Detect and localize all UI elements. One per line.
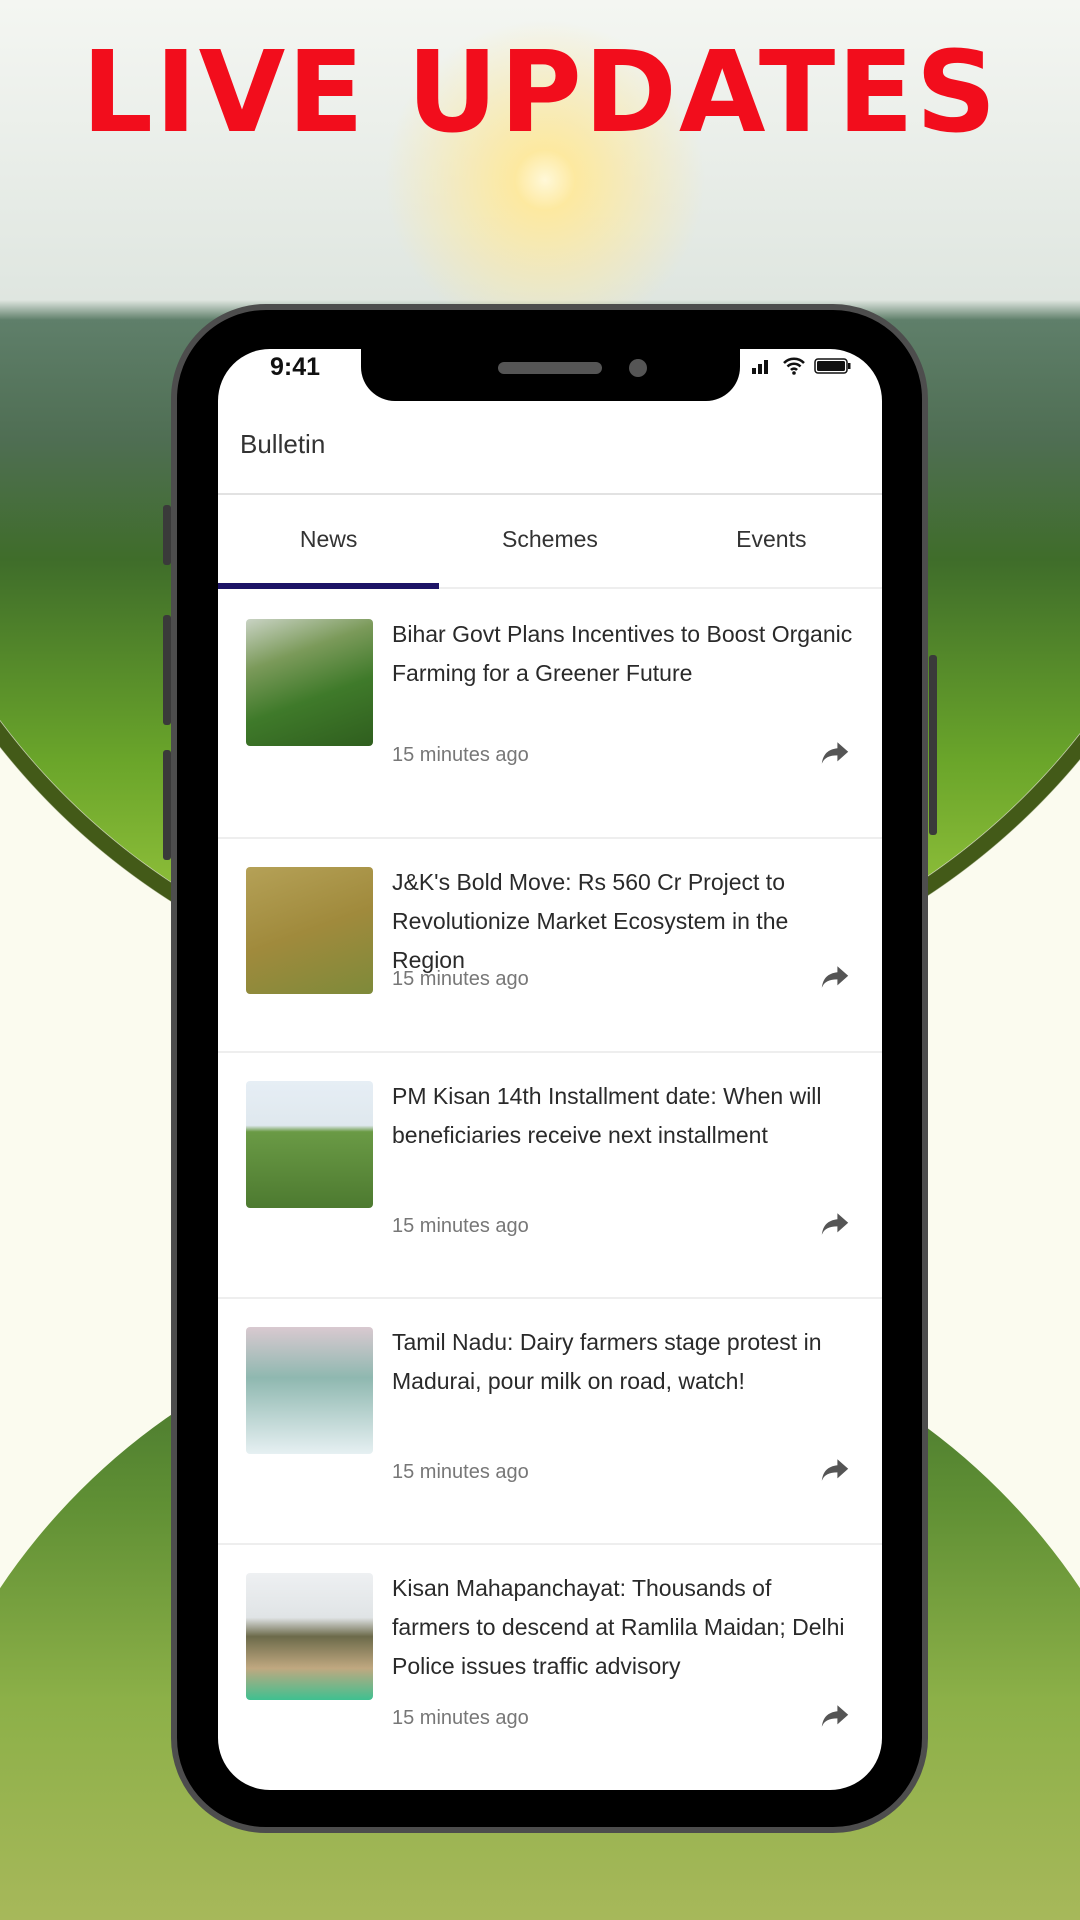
news-time: 15 minutes ago xyxy=(392,1461,529,1483)
share-icon[interactable] xyxy=(820,965,850,989)
news-title: Tamil Nadu: Dairy farmers stage protest … xyxy=(392,1329,822,1394)
tab-schemes[interactable]: Schemes xyxy=(439,495,660,587)
news-thumbnail xyxy=(246,1327,373,1454)
wifi-icon xyxy=(783,357,805,375)
news-thumbnail xyxy=(246,1573,373,1700)
tab-bar: News Schemes Events xyxy=(218,495,882,589)
phone-volume-up xyxy=(163,615,171,725)
status-time: 9:41 xyxy=(270,353,321,381)
tab-events[interactable]: Events xyxy=(661,495,882,587)
news-time: 15 minutes ago xyxy=(392,1707,529,1729)
news-title: PM Kisan 14th Installment date: When wil… xyxy=(392,1083,822,1148)
share-icon[interactable] xyxy=(820,1458,850,1482)
news-thumbnail xyxy=(246,1081,373,1208)
signal-icon xyxy=(752,360,768,374)
phone-screen: 9:41 Bulletin News Schemes Events Bihar … xyxy=(218,349,882,1790)
news-title: Bihar Govt Plans Incentives to Boost Org… xyxy=(392,621,853,686)
phone-side-button xyxy=(163,505,171,565)
news-title: Kisan Mahapanchayat: Thousands of farmer… xyxy=(392,1575,845,1679)
news-time: 15 minutes ago xyxy=(392,1215,529,1237)
share-icon[interactable] xyxy=(820,1212,850,1236)
battery-icon xyxy=(814,358,851,374)
phone-power-button xyxy=(929,655,937,835)
news-time: 15 minutes ago xyxy=(392,968,529,990)
news-title: J&K's Bold Move: Rs 560 Cr Project to Re… xyxy=(392,869,789,973)
news-time: 15 minutes ago xyxy=(392,744,529,766)
news-item[interactable]: Tamil Nadu: Dairy farmers stage protest … xyxy=(218,1299,882,1545)
speaker xyxy=(498,362,602,374)
tab-news[interactable]: News xyxy=(218,495,440,589)
notch xyxy=(361,349,740,401)
news-item[interactable]: PM Kisan 14th Installment date: When wil… xyxy=(218,1053,882,1299)
news-item[interactable]: Bihar Govt Plans Incentives to Boost Org… xyxy=(218,591,882,839)
news-thumbnail xyxy=(246,867,373,994)
news-thumbnail xyxy=(246,619,373,746)
share-icon[interactable] xyxy=(820,741,850,765)
news-item[interactable]: Kisan Mahapanchayat: Thousands of farmer… xyxy=(218,1545,882,1781)
status-icons xyxy=(750,357,852,375)
news-item[interactable]: J&K's Bold Move: Rs 560 Cr Project to Re… xyxy=(218,839,882,1053)
camera xyxy=(629,359,647,377)
phone-volume-down xyxy=(163,750,171,860)
share-icon[interactable] xyxy=(820,1704,850,1728)
live-updates-headline: LIVE UPDATES xyxy=(81,28,999,158)
app-title: Bulletin xyxy=(240,429,326,459)
